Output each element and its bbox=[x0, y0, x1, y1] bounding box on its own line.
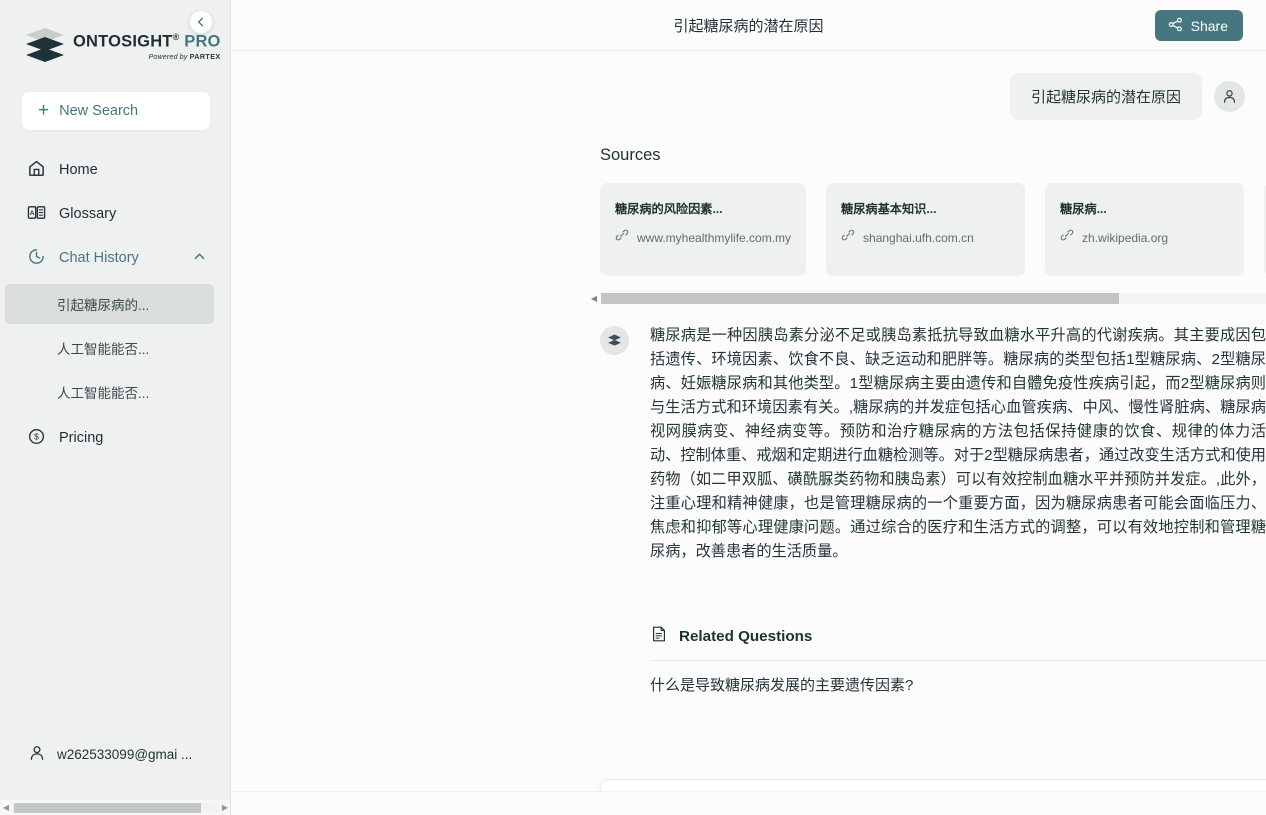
layers-icon bbox=[608, 334, 621, 346]
plus-icon: + bbox=[38, 99, 50, 121]
svg-text:A: A bbox=[30, 209, 35, 216]
chat-history-item-label: 人工智能能否... bbox=[57, 386, 150, 401]
source-card[interactable]: 糖尿病的风险因素... www.myhealthmylife.com.my bbox=[600, 183, 807, 276]
source-url-row: www.myhealthmylife.com.my bbox=[615, 228, 791, 247]
assistant-answer-text: 糖尿病是一种因胰岛素分泌不足或胰岛素抵抗导致血糖水平升高的代谢疾病。其主要成因包… bbox=[650, 327, 1266, 560]
scroll-right-arrow-icon[interactable]: ▶ bbox=[219, 803, 230, 812]
user-message-bubble: 引起糖尿病的潜在原因 bbox=[1009, 73, 1202, 120]
sidebar-item-home[interactable]: Home bbox=[0, 148, 230, 192]
sources-card-row: 糖尿病的风险因素... www.myhealthmylife.com.my 糖尿… bbox=[600, 183, 1266, 276]
assistant-avatar bbox=[600, 326, 629, 355]
sidebar-item-pricing[interactable]: $ Pricing bbox=[0, 416, 230, 460]
dollar-circle-icon: $ bbox=[27, 427, 46, 450]
source-url: zh.wikipedia.org bbox=[1082, 230, 1169, 245]
sidebar-user-account[interactable]: w262533099@gmai ... bbox=[0, 734, 230, 774]
chat-history-item[interactable]: 引起糖尿病的... bbox=[5, 284, 214, 324]
source-url-row: zh.wikipedia.org bbox=[1060, 228, 1229, 247]
sidebar-collapse-button[interactable] bbox=[189, 10, 213, 34]
home-icon bbox=[27, 159, 46, 182]
assistant-answer-row: 糖尿病是一种因胰岛素分泌不足或胰岛素抵抗导致血糖水平升高的代谢疾病。其主要成因包… bbox=[231, 306, 1266, 564]
scrollbar-thumb[interactable] bbox=[14, 802, 201, 813]
chat-history-item[interactable]: 人工智能能否... bbox=[5, 372, 214, 412]
new-search-label: New Search bbox=[59, 103, 139, 119]
link-icon bbox=[1060, 228, 1074, 247]
svg-text:$: $ bbox=[34, 431, 39, 441]
related-questions-section: Related Questions 什么是导致糖尿病发展的主要遗传因素? + bbox=[650, 625, 1266, 708]
logo-title: ONTOSIGHT® PRO bbox=[73, 32, 221, 51]
sidebar-user-label: w262533099@gmai ... bbox=[57, 746, 193, 762]
page-title: 引起糖尿病的潜在原因 bbox=[673, 17, 824, 35]
link-icon bbox=[841, 228, 855, 247]
related-questions-header: Related Questions bbox=[650, 625, 1266, 648]
sidebar-item-label: Glossary bbox=[59, 206, 117, 222]
sidebar-horizontal-scrollbar[interactable]: ◀ ▶ bbox=[0, 799, 230, 815]
sidebar: ONTOSIGHT® PRO Powered by PARTEX + New S… bbox=[0, 0, 231, 815]
chat-history-item-label: 人工智能能否... bbox=[57, 342, 150, 357]
related-questions-title: Related Questions bbox=[679, 628, 813, 645]
source-title: 糖尿病基本知识... bbox=[841, 202, 937, 216]
source-card[interactable]: 糖尿病... zh.wikipedia.org bbox=[1045, 183, 1245, 276]
user-message-row: 引起糖尿病的潜在原因 bbox=[231, 51, 1266, 120]
glossary-icon: A bbox=[27, 203, 46, 226]
scroll-left-arrow-icon[interactable]: ◀ bbox=[587, 294, 601, 303]
main-panel: 引起糖尿病的潜在原因 Share 引起糖尿病的潜在原因 Sources 糖尿病的… bbox=[231, 0, 1266, 815]
scrollbar-track[interactable] bbox=[12, 802, 219, 813]
source-url: www.myhealthmylife.com.my bbox=[637, 230, 792, 245]
scrollbar-thumb[interactable] bbox=[601, 293, 1119, 304]
user-icon bbox=[1223, 90, 1236, 103]
sidebar-item-glossary[interactable]: A Glossary bbox=[0, 192, 230, 236]
user-icon bbox=[28, 744, 46, 765]
source-url-row: shanghai.ufh.com.cn bbox=[841, 228, 1010, 247]
share-label: Share bbox=[1190, 17, 1228, 34]
chevron-up-icon[interactable] bbox=[193, 250, 206, 267]
scroll-left-arrow-icon[interactable]: ◀ bbox=[0, 803, 12, 812]
answer-actions bbox=[600, 580, 1266, 598]
share-icon bbox=[1168, 17, 1183, 35]
sidebar-item-label: Chat History bbox=[59, 250, 139, 266]
document-icon bbox=[650, 625, 668, 648]
sources-heading: Sources bbox=[600, 146, 661, 164]
conversation-scroll-area: 引起糖尿病的潜在原因 Sources 糖尿病的风险因素... www.myhea… bbox=[231, 51, 1266, 815]
related-question-text: 什么是导致糖尿病发展的主要遗传因素? bbox=[650, 677, 914, 694]
sidebar-item-label: Home bbox=[59, 162, 98, 178]
related-question-item[interactable]: 什么是导致糖尿病发展的主要遗传因素? + bbox=[650, 660, 1266, 708]
chevron-left-icon bbox=[197, 17, 204, 27]
link-icon bbox=[615, 228, 629, 247]
logo-text: ONTOSIGHT® PRO Powered by PARTEX bbox=[73, 31, 221, 62]
sources-horizontal-scrollbar[interactable]: ◀ ▶ bbox=[587, 291, 1266, 306]
chat-history-item[interactable]: 人工智能能否... bbox=[5, 328, 214, 368]
sidebar-item-chat-history[interactable]: Chat History bbox=[0, 236, 230, 280]
source-title: 糖尿病的风险因素... bbox=[615, 202, 723, 216]
source-url: shanghai.ufh.com.cn bbox=[863, 230, 974, 245]
source-card[interactable]: 糖尿病基本知识... shanghai.ufh.com.cn bbox=[826, 183, 1026, 276]
ontosight-logo-icon bbox=[26, 28, 64, 64]
top-bar: 引起糖尿病的潜在原因 Share bbox=[231, 0, 1266, 51]
logo-subtitle: Powered by PARTEX bbox=[148, 52, 221, 62]
source-title: 糖尿病... bbox=[1060, 202, 1107, 216]
scrollbar-track[interactable] bbox=[601, 293, 1266, 304]
sources-section: Sources 糖尿病的风险因素... www.myhealthmylife.c… bbox=[231, 120, 1266, 276]
sidebar-nav: Home A Glossary Chat History 引起糖尿病的... 人… bbox=[0, 148, 230, 460]
app-root: ONTOSIGHT® PRO Powered by PARTEX + New S… bbox=[0, 0, 1266, 815]
new-search-button[interactable]: + New Search bbox=[22, 92, 210, 130]
share-button[interactable]: Share bbox=[1154, 10, 1243, 41]
bottom-edge bbox=[231, 791, 1266, 815]
chat-history-list: 引起糖尿病的... 人工智能能否... 人工智能能否... bbox=[0, 284, 230, 412]
sidebar-item-label: Pricing bbox=[59, 430, 104, 446]
avatar bbox=[1214, 81, 1245, 112]
clock-icon bbox=[27, 247, 46, 270]
chat-history-item-label: 引起糖尿病的... bbox=[57, 298, 150, 313]
